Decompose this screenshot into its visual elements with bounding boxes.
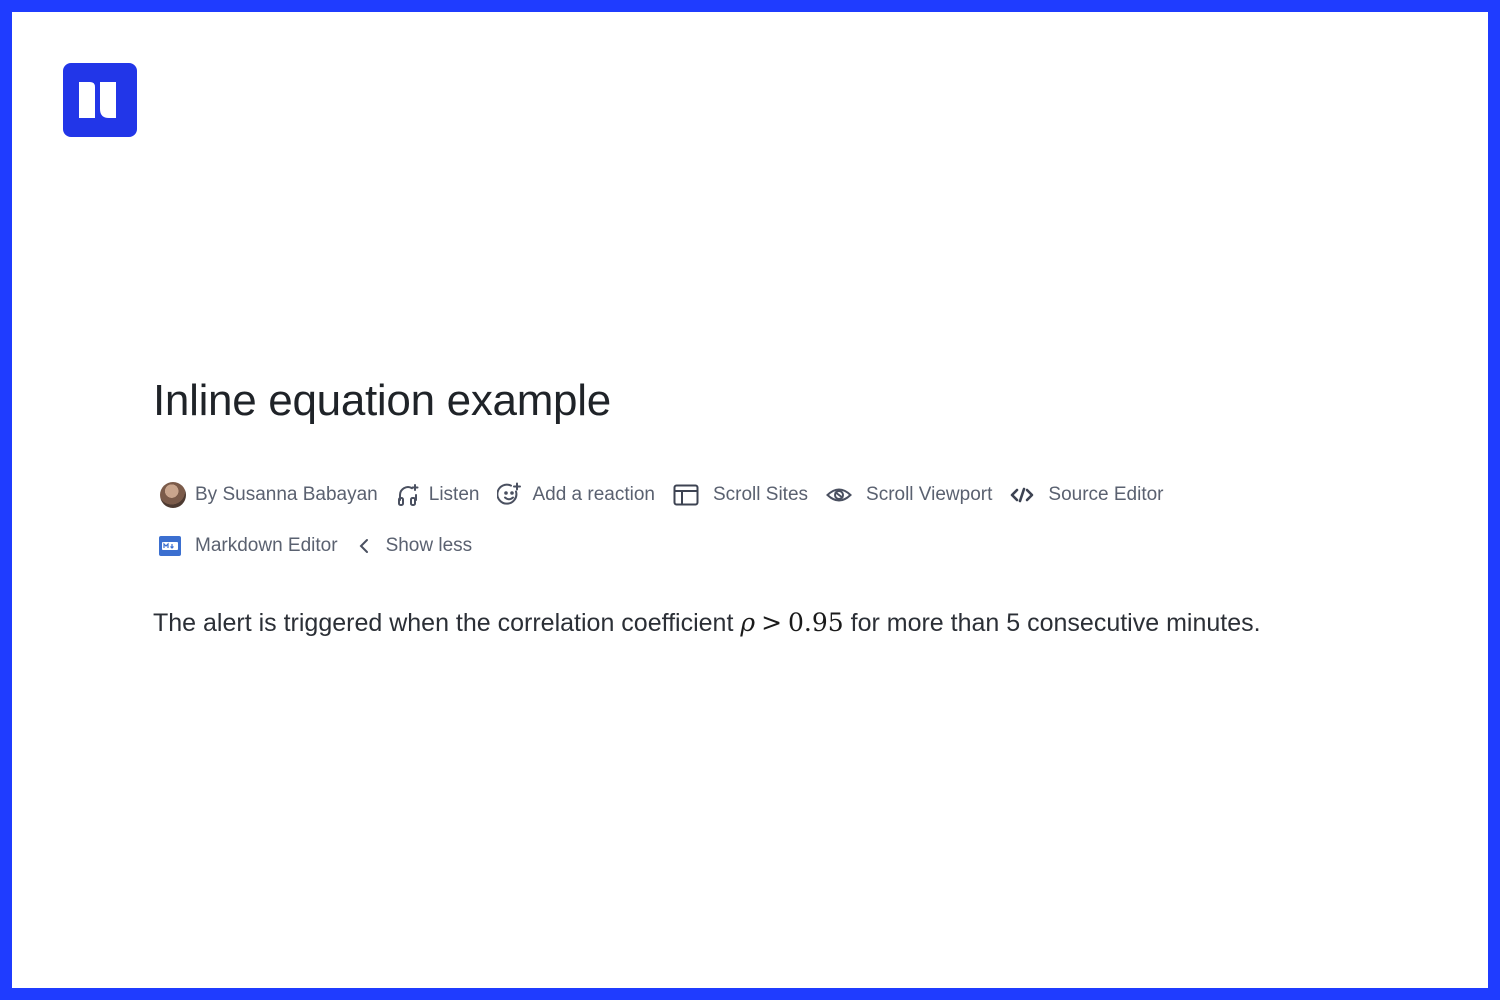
scroll-viewport-label: Scroll Viewport: [866, 484, 993, 505]
author-label: By Susanna Babayan: [195, 484, 378, 505]
layout-icon: [673, 484, 699, 506]
show-less-button[interactable]: Show less: [358, 535, 473, 557]
scroll-sites-label: Scroll Sites: [712, 484, 809, 505]
markdown-icon: [158, 535, 182, 557]
paragraph-text-after: for more than 5 consecutive minutes.: [843, 609, 1261, 637]
inline-equation: ρ >0.95: [740, 608, 843, 637]
equation-variable: ρ: [740, 608, 756, 637]
avatar: [160, 482, 186, 508]
scroll-sites-button[interactable]: Scroll Sites: [673, 484, 808, 506]
scroll-viewport-button[interactable]: Scroll Viewport: [826, 484, 992, 506]
show-less-label: Show less: [385, 535, 473, 556]
equation-operator: >: [761, 608, 783, 637]
logo-icon[interactable]: [63, 63, 137, 137]
eye-icon: [826, 485, 852, 505]
source-editor-button[interactable]: Source Editor: [1010, 484, 1164, 506]
body-paragraph: The alert is triggered when the correlat…: [153, 608, 1261, 638]
page-title: Inline equation example: [153, 376, 611, 425]
page-meta-row: By Susanna Babayan Listen Add a reaction…: [160, 480, 1182, 510]
add-reaction-icon: [497, 482, 523, 508]
listen-button[interactable]: Listen: [396, 483, 480, 507]
listen-label: Listen: [428, 484, 480, 505]
add-reaction-button[interactable]: Add a reaction: [497, 482, 655, 508]
markdown-editor-label: Markdown Editor: [195, 535, 338, 556]
author-byline[interactable]: By Susanna Babayan: [160, 482, 378, 508]
chevron-left-icon: [358, 537, 370, 555]
code-icon: [1010, 486, 1034, 504]
markdown-editor-button[interactable]: Markdown Editor: [158, 535, 338, 557]
equation-value: 0.95: [788, 608, 844, 637]
page-frame: Inline equation example By Susanna Babay…: [12, 12, 1488, 988]
page-meta-row-2: Markdown Editor Show less: [158, 531, 490, 561]
headphones-icon: [396, 483, 420, 507]
add-reaction-label: Add a reaction: [532, 484, 655, 505]
paragraph-text-before: The alert is triggered when the correlat…: [153, 609, 741, 637]
source-editor-label: Source Editor: [1048, 484, 1164, 505]
